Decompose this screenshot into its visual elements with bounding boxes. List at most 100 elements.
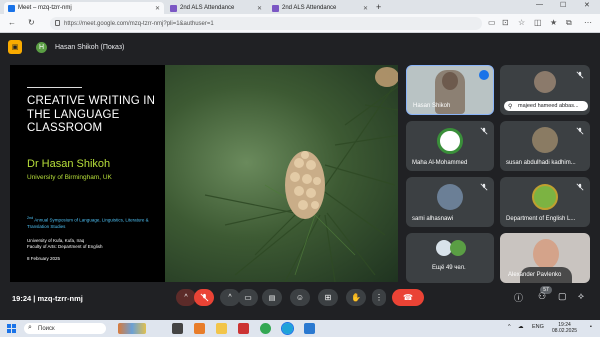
presenter-chip: H Hasan Shikoh (Показ): [36, 41, 124, 53]
camera-icon: ▭: [244, 293, 252, 302]
pin-icon[interactable]: ⚲: [508, 103, 512, 110]
speaking-indicator-icon: [479, 70, 489, 80]
tray-overflow-icon[interactable]: ^: [508, 324, 511, 330]
mic-toggle-button[interactable]: [194, 289, 214, 306]
participant-name: Hasan Shikoh: [413, 103, 451, 109]
chrome-icon[interactable]: [260, 323, 271, 334]
taskbar-search[interactable]: ⌕ Поиск: [24, 323, 106, 334]
cloud-icon[interactable]: ☁: [518, 324, 524, 330]
start-icon[interactable]: [7, 324, 16, 333]
present-button[interactable]: ⊞: [318, 289, 338, 306]
file-explorer-icon[interactable]: [216, 323, 227, 334]
leave-call-button[interactable]: ☎: [392, 289, 424, 306]
camera-toggle-button[interactable]: ▭: [238, 289, 258, 306]
chevron-up-icon: ^: [184, 294, 188, 301]
new-tab-button[interactable]: +: [376, 2, 381, 12]
close-icon[interactable]: ✕: [155, 5, 160, 12]
site-info-icon[interactable]: [55, 20, 60, 26]
emoji-icon: ☺: [295, 293, 305, 302]
close-icon[interactable]: ✕: [257, 5, 262, 12]
app-icon[interactable]: [194, 323, 205, 334]
audio-options-button[interactable]: ^: [176, 289, 196, 306]
captions-icon: ▤: [268, 294, 276, 302]
participant-name: sami alhasnawi: [412, 216, 454, 222]
mic-off-icon: [576, 127, 584, 135]
more-participants-tile[interactable]: Ещё 49 чел.: [406, 233, 494, 283]
emoji-button[interactable]: ☺: [290, 289, 310, 306]
participant-name: majeed hameed abbas...: [518, 103, 579, 109]
language-indicator[interactable]: ENG: [532, 324, 544, 330]
participant-avatar: [437, 184, 463, 210]
tab-attendance-1-title: 2nd ALS Attendance: [180, 5, 235, 11]
taskbar-date: 08.02.2025: [552, 328, 578, 334]
tab-meet-title: Meet – mzq-tzrr-nmj: [18, 5, 72, 11]
participant-tile[interactable]: Hasan Shikoh: [406, 65, 494, 115]
edge-icon[interactable]: [281, 322, 294, 335]
chat-icon[interactable]: ▢: [558, 291, 567, 302]
participant-face: [442, 72, 458, 90]
more-vert-icon: ⋮: [375, 293, 383, 302]
browser-tab-strip: Meet – mzq-tzrr-nmj ✕ 2nd ALS Attendance…: [0, 0, 600, 14]
reload-icon[interactable]: ↻: [28, 18, 35, 27]
forms-favicon-icon: [170, 4, 177, 12]
tab-search-icon[interactable]: ⊡: [502, 18, 509, 27]
more-icon[interactable]: ⋯: [584, 18, 592, 27]
tab-attendance-2[interactable]: 2nd ALS Attendance ✕: [268, 2, 372, 14]
cast-icon[interactable]: ▭: [488, 18, 496, 27]
meeting-code: mzq-tzrr-nmj: [37, 294, 83, 303]
participant-face: [533, 239, 559, 269]
notifications-icon[interactable]: ▪: [590, 324, 592, 330]
hand-icon: ✋: [351, 293, 361, 302]
presenter-avatar: H: [36, 41, 47, 53]
participant-name: Maha Al-Mohammed: [412, 160, 468, 166]
widgets-icon[interactable]: [118, 323, 146, 334]
close-icon[interactable]: ✕: [363, 5, 368, 12]
participant-tile[interactable]: susan abdulhadi kadhim...: [500, 121, 590, 171]
maximize-icon[interactable]: ☐: [560, 1, 566, 9]
activities-icon[interactable]: ⟡: [578, 291, 584, 302]
video-options-button[interactable]: ^: [220, 289, 240, 306]
tab-meet[interactable]: Meet – mzq-tzrr-nmj ✕: [4, 2, 164, 14]
participant-name: Alexander Pavlenko: [508, 272, 562, 278]
minimize-icon[interactable]: —: [536, 1, 543, 8]
participant-tile[interactable]: Alexander Pavlenko: [500, 233, 590, 283]
participant-tile[interactable]: majeed hameed abbas... ⚲: [500, 65, 590, 115]
favorites-icon[interactable]: ★: [550, 18, 557, 27]
tab-attendance-1[interactable]: 2nd ALS Attendance ✕: [166, 2, 266, 14]
slide-divider: [27, 87, 82, 88]
meeting-time: 19:24: [12, 294, 32, 303]
people-icon[interactable]: ⚇: [538, 291, 546, 302]
participant-tile[interactable]: Department of English L...: [500, 177, 590, 227]
collections-icon[interactable]: ⧉: [566, 18, 572, 28]
present-screen-icon: ⊞: [324, 293, 332, 302]
taskbar-clock[interactable]: 19:24 08.02.2025: [552, 322, 577, 334]
meeting-details-icon[interactable]: ⓘ: [514, 291, 523, 304]
mic-off-icon: [576, 71, 584, 79]
store-icon[interactable]: [304, 323, 315, 334]
more-options-button[interactable]: ⋮: [372, 289, 386, 306]
captions-button[interactable]: ▤: [262, 289, 282, 306]
slide-photo-pine: [165, 65, 398, 282]
end-call-icon: ☎: [403, 293, 413, 302]
presenting-icon: ▣: [8, 40, 22, 54]
presentation-slide: CREATIVE WRITING IN THE LANGUAGE CLASSRO…: [10, 65, 398, 282]
app-icon[interactable]: [238, 323, 249, 334]
presenter-name: Hasan Shikoh (Показ): [55, 43, 125, 51]
bookmark-star-icon[interactable]: ☆: [518, 18, 525, 27]
tab-attendance-2-title: 2nd ALS Attendance: [282, 5, 337, 11]
raise-hand-button[interactable]: ✋: [346, 289, 366, 306]
participant-tile[interactable]: Maha Al-Mohammed: [406, 121, 494, 171]
mic-off-icon: [200, 293, 208, 302]
taskbar: ⌕ Поиск ^ ☁ ENG 19:24 08.02.2025 ▪: [0, 320, 600, 337]
participant-name: susan abdulhadi kadhim...: [506, 160, 576, 166]
pine-branch-image: [204, 67, 398, 282]
participant-tile[interactable]: sami alhasnawi: [406, 177, 494, 227]
slide-text-panel: CREATIVE WRITING IN THE LANGUAGE CLASSRO…: [10, 65, 165, 282]
address-bar[interactable]: https://meet.google.com/mzq-tzrr-nmj?pli…: [50, 17, 482, 30]
slide-date: 8 February 2025: [27, 256, 61, 261]
split-screen-icon[interactable]: ◫: [534, 18, 542, 27]
browser-toolbar: ← ↻ https://meet.google.com/mzq-tzrr-nmj…: [0, 14, 600, 33]
back-icon[interactable]: ←: [8, 18, 16, 27]
task-view-icon[interactable]: [172, 323, 183, 334]
window-close-icon[interactable]: ✕: [584, 1, 590, 9]
